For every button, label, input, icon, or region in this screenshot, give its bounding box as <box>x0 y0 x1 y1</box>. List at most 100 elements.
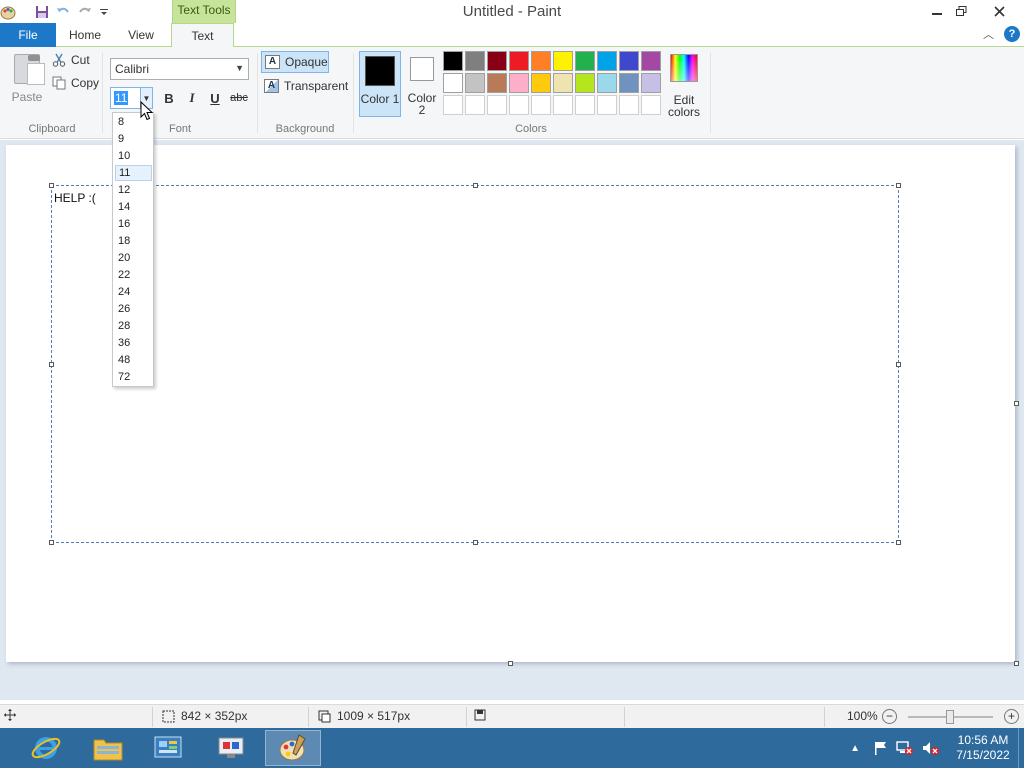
color1-button[interactable]: Color 1 <box>359 51 401 117</box>
taskbar-internet-explorer[interactable] <box>18 730 74 766</box>
tab-file[interactable]: File <box>0 23 56 47</box>
close-button[interactable] <box>984 0 1014 22</box>
color-swatch[interactable] <box>575 95 595 115</box>
color-swatch[interactable] <box>553 95 573 115</box>
color-swatch[interactable] <box>531 73 551 93</box>
font-size-option[interactable]: 9 <box>115 131 152 147</box>
color-swatch[interactable] <box>443 51 463 71</box>
text-box-selection[interactable] <box>51 185 899 543</box>
paste-button[interactable]: Paste <box>8 52 46 108</box>
font-size-option[interactable]: 22 <box>115 267 152 283</box>
action-center-flag-icon[interactable] <box>872 740 888 756</box>
color-swatch[interactable] <box>465 95 485 115</box>
canvas-resize-handle-bottom[interactable] <box>508 661 513 666</box>
text-box-handle[interactable] <box>473 183 478 188</box>
font-size-option[interactable]: 26 <box>115 301 152 317</box>
clock[interactable]: 10:56 AM 7/15/2022 <box>948 733 1018 763</box>
italic-button[interactable]: I <box>183 89 201 107</box>
color-swatch[interactable] <box>487 51 507 71</box>
font-size-option[interactable]: 18 <box>115 233 152 249</box>
restore-button[interactable] <box>946 0 976 22</box>
font-size-option[interactable]: 11 <box>115 165 152 181</box>
font-size-option[interactable]: 36 <box>115 335 152 351</box>
color-swatch[interactable] <box>443 95 463 115</box>
opaque-button[interactable]: A Opaque <box>261 51 329 73</box>
canvas-text[interactable]: HELP :( <box>54 191 96 205</box>
status-bar: 842 × 352px 1009 × 517px 100% − + <box>0 704 1024 728</box>
color-swatch[interactable] <box>619 95 639 115</box>
color-swatch[interactable] <box>531 95 551 115</box>
tab-view[interactable]: View <box>114 23 168 47</box>
text-box-handle[interactable] <box>473 540 478 545</box>
status-separator <box>624 707 625 727</box>
text-box-handle[interactable] <box>896 540 901 545</box>
canvas-resize-handle-corner[interactable] <box>1014 661 1019 666</box>
color-swatch[interactable] <box>487 73 507 93</box>
taskbar-file-explorer[interactable] <box>80 730 136 766</box>
edit-colors-button[interactable]: Edit colors <box>668 51 700 118</box>
font-size-option[interactable]: 24 <box>115 284 152 300</box>
color-swatch[interactable] <box>641 51 661 71</box>
strikethrough-button[interactable]: abc <box>229 89 249 107</box>
font-size-option[interactable]: 14 <box>115 199 152 215</box>
font-size-option[interactable]: 28 <box>115 318 152 334</box>
zoom-out-button[interactable]: − <box>882 709 897 724</box>
tab-home[interactable]: Home <box>58 23 112 47</box>
color-swatch[interactable] <box>443 73 463 93</box>
zoom-slider-thumb[interactable] <box>946 710 954 724</box>
color-swatch[interactable] <box>597 95 617 115</box>
network-disconnected-icon[interactable] <box>896 740 914 756</box>
transparent-button[interactable]: A Transparent <box>261 75 351 97</box>
color-swatch[interactable] <box>619 51 639 71</box>
color-swatch[interactable] <box>553 73 573 93</box>
font-size-option[interactable]: 12 <box>115 182 152 198</box>
text-box-handle[interactable] <box>896 362 901 367</box>
cut-button[interactable]: Cut <box>52 53 90 67</box>
status-separator <box>308 707 309 727</box>
zoom-in-button[interactable]: + <box>1004 709 1019 724</box>
tab-text[interactable]: Text <box>171 23 234 48</box>
color-swatch[interactable] <box>575 73 595 93</box>
color-swatch[interactable] <box>531 51 551 71</box>
help-icon[interactable]: ? <box>1004 26 1020 42</box>
font-size-option[interactable]: 72 <box>115 369 152 385</box>
font-family-value: Calibri <box>115 62 150 76</box>
font-size-option[interactable]: 20 <box>115 250 152 266</box>
font-family-select[interactable]: Calibri ▼ <box>110 58 249 80</box>
copy-button[interactable]: Copy <box>52 76 99 90</box>
text-box-handle[interactable] <box>49 362 54 367</box>
taskbar-control-panel[interactable] <box>140 730 196 766</box>
color-swatch[interactable] <box>553 51 573 71</box>
restore-icon <box>955 5 966 16</box>
color-swatch[interactable] <box>465 51 485 71</box>
bold-button[interactable]: B <box>160 89 178 107</box>
text-box-handle[interactable] <box>49 183 54 188</box>
show-hidden-icons-icon[interactable]: ▲ <box>850 743 860 754</box>
color-swatch[interactable] <box>597 73 617 93</box>
taskbar-remote-desktop[interactable] <box>203 730 259 766</box>
color-palette <box>443 51 665 117</box>
font-size-option[interactable]: 10 <box>115 148 152 164</box>
color-swatch[interactable] <box>509 51 529 71</box>
color-swatch[interactable] <box>509 73 529 93</box>
color-swatch[interactable] <box>641 95 661 115</box>
color-swatch[interactable] <box>487 95 507 115</box>
text-box-handle[interactable] <box>896 183 901 188</box>
clock-time: 10:56 AM <box>957 733 1009 747</box>
font-size-option[interactable]: 16 <box>115 216 152 232</box>
canvas-resize-handle-right[interactable] <box>1014 401 1019 406</box>
underline-button[interactable]: U <box>206 89 224 107</box>
color-swatch[interactable] <box>641 73 661 93</box>
color-swatch[interactable] <box>465 73 485 93</box>
color2-button[interactable] <box>410 57 434 81</box>
color-swatch[interactable] <box>619 73 639 93</box>
taskbar-paint[interactable] <box>265 730 321 766</box>
color-swatch[interactable] <box>575 51 595 71</box>
color-swatch[interactable] <box>509 95 529 115</box>
show-desktop-button[interactable] <box>1018 728 1024 768</box>
volume-muted-icon[interactable] <box>922 740 940 756</box>
minimize-ribbon-icon[interactable]: ︿ <box>983 26 994 42</box>
font-size-option[interactable]: 48 <box>115 352 152 368</box>
text-box-handle[interactable] <box>49 540 54 545</box>
color-swatch[interactable] <box>597 51 617 71</box>
